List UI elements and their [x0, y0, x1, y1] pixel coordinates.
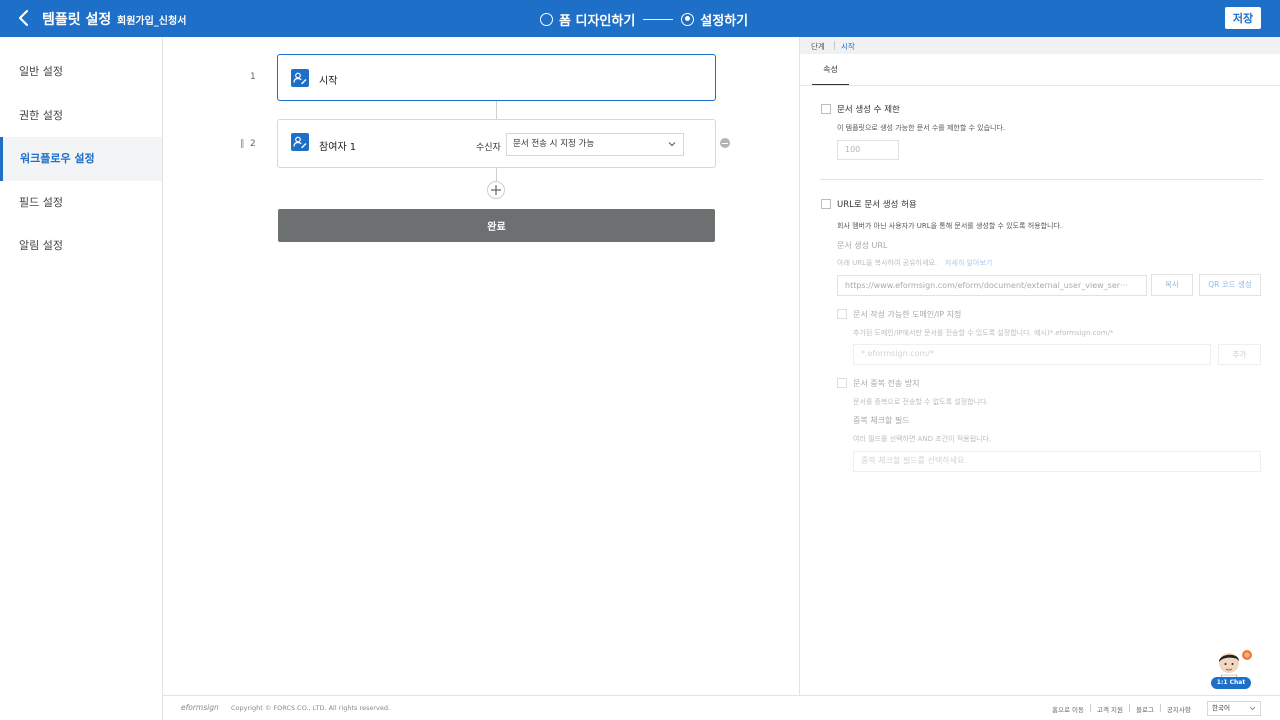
breadcrumb-item[interactable]: 단계	[811, 41, 825, 52]
qr-code-button[interactable]: QR 코드 생성	[1199, 274, 1261, 296]
chevron-down-icon	[1249, 706, 1256, 711]
step-number: 2	[250, 139, 256, 149]
step-connector-line	[643, 18, 674, 20]
step-connector	[496, 101, 497, 119]
language-value: 한국어	[1212, 704, 1230, 712]
recipient-select-value: 문서 전송 시 지정 가능	[513, 139, 595, 149]
footer-links: 홈으로 이동 고객 지원 블로그 공지사항	[1052, 704, 1191, 714]
template-name: 회원가입_신청서	[117, 16, 187, 27]
property-panel: 단계 시작 속성 문서 생성 수 제한 이 템플릿으로 생성 가능한 문서 수를…	[799, 37, 1280, 695]
user-edit-icon	[291, 133, 309, 151]
footer-copyright: Copyright © FORCS CO., LTD. All rights r…	[231, 704, 391, 712]
settings-sidebar: 일반 설정 권한 설정 워크플로우 설정 필드 설정 알림 설정	[0, 37, 163, 720]
plus-icon	[491, 185, 501, 195]
page-title: 템플릿 설정	[42, 12, 112, 28]
footer-logo: eformsign	[181, 703, 219, 712]
copy-url-button[interactable]: 복사	[1151, 274, 1193, 296]
domain-input[interactable]: *.eformsign.com/*	[853, 344, 1211, 365]
add-domain-button[interactable]: 추가	[1218, 344, 1261, 365]
sidebar-item-notification[interactable]: 알림 설정	[0, 224, 162, 268]
top-header: 템플릿 설정 회원가입_신청서 폼 디자인하기 설정하기 저장	[0, 0, 1280, 37]
footer-link-notice[interactable]: 공지사항	[1167, 704, 1191, 714]
step-label: 시작	[319, 76, 338, 87]
tab-divider	[800, 85, 1280, 86]
breadcrumb: 단계 시작	[800, 37, 1280, 54]
url-description: 회사 멤버가 아닌 사용자가 URL을 통해 문서를 생성할 수 있도록 허용합…	[837, 222, 1063, 230]
remove-step-icon[interactable]	[720, 138, 730, 148]
duplicate-field-title: 중복 체크할 필드	[853, 416, 910, 425]
footer-link-home[interactable]: 홈으로 이동	[1052, 704, 1084, 714]
duplicate-checkbox[interactable]	[837, 378, 847, 388]
drag-handle-icon[interactable]: ‖	[240, 139, 244, 149]
radio-selected-icon	[681, 12, 695, 26]
workflow-step-participant[interactable]: 참여자 1 수신자 문서 전송 시 지정 가능	[277, 119, 716, 168]
chat-badge-label: 1:1 Chat	[1211, 677, 1251, 689]
language-select[interactable]: 한국어	[1207, 701, 1261, 716]
sidebar-item-permission[interactable]: 권한 설정	[0, 94, 162, 138]
footer-link-divider	[1159, 704, 1161, 712]
footer-link-divider	[1089, 704, 1091, 712]
limit-description: 이 템플릿으로 생성 가능한 문서 수를 제한할 수 있습니다.	[837, 124, 1006, 132]
url-field[interactable]: https://www.eformsign.com/eform/document…	[837, 275, 1147, 296]
duplicate-field-select[interactable]: 중복 체크할 필드를 선택하세요	[853, 451, 1261, 472]
duplicate-field-description: 여러 필드를 선택하면 AND 조건이 적용됩니다.	[853, 435, 992, 443]
footer-link-support[interactable]: 고객 지원	[1097, 704, 1123, 714]
limit-checkbox[interactable]	[821, 104, 831, 114]
step-label: 참여자 1	[319, 142, 357, 153]
add-step-button[interactable]	[487, 181, 505, 199]
radio-unselected-icon	[540, 12, 553, 26]
limit-count-input[interactable]: 100	[837, 140, 899, 160]
user-edit-icon	[291, 69, 309, 87]
step-label: 설정하기	[700, 13, 749, 29]
save-button[interactable]: 저장	[1225, 7, 1261, 29]
duplicate-label: 문서 중복 전송 방지	[853, 379, 920, 388]
tab-properties[interactable]: 속성	[812, 54, 849, 86]
learn-more-link[interactable]: 자세히 알아보기	[945, 258, 992, 268]
step-number: 1	[250, 72, 256, 82]
domain-description: 추가된 도메인/IP에서만 문서를 전송할 수 있도록 설정합니다. 예시)*.…	[853, 329, 1114, 337]
section-divider	[820, 179, 1263, 180]
step-settings[interactable]: 설정하기	[681, 10, 748, 29]
chat-widget[interactable]: 1:1 Chat	[1210, 648, 1256, 690]
sidebar-item-workflow[interactable]: 워크플로우 설정	[0, 137, 162, 181]
url-checkbox[interactable]	[821, 199, 831, 209]
recipient-label: 수신자	[476, 143, 501, 153]
step-indicator: 폼 디자인하기 설정하기	[540, 9, 748, 29]
footer: eformsign Copyright © FORCS CO., LTD. Al…	[163, 695, 1280, 720]
url-label: URL로 문서 생성 허용	[837, 200, 917, 210]
recipient-select[interactable]: 문서 전송 시 지정 가능	[506, 133, 684, 156]
footer-link-blog[interactable]: 블로그	[1136, 704, 1154, 714]
domain-checkbox[interactable]	[837, 309, 847, 319]
breadcrumb-divider	[834, 41, 835, 50]
chevron-down-icon	[668, 142, 676, 147]
step-connector	[496, 168, 497, 181]
limit-label: 문서 생성 수 제한	[837, 105, 900, 115]
sidebar-item-general[interactable]: 일반 설정	[0, 50, 162, 94]
workflow-canvas: 1 시작 ‖ 2 참여자 1 수신자 문서 전송 시 지정 가능 완료	[163, 37, 799, 695]
domain-label: 문서 작성 가능한 도메인/IP 지정	[853, 310, 962, 319]
workflow-step-start[interactable]: 시작	[277, 54, 716, 101]
footer-link-divider	[1128, 704, 1130, 712]
back-arrow-icon[interactable]	[14, 8, 34, 28]
url-title: 문서 생성 URL	[837, 241, 888, 250]
sidebar-item-field[interactable]: 필드 설정	[0, 181, 162, 225]
duplicate-description: 문서를 중복으로 전송할 수 없도록 설정합니다.	[853, 398, 989, 406]
step-label: 폼 디자인하기	[559, 13, 636, 29]
breadcrumb-item-current: 시작	[841, 42, 855, 51]
support-agent-avatar-icon	[1219, 650, 1252, 681]
step-form-design[interactable]: 폼 디자인하기	[540, 10, 635, 29]
done-button[interactable]: 완료	[278, 209, 715, 242]
url-hint: 아래 URL을 복사하여 공유하세요.	[837, 259, 938, 267]
